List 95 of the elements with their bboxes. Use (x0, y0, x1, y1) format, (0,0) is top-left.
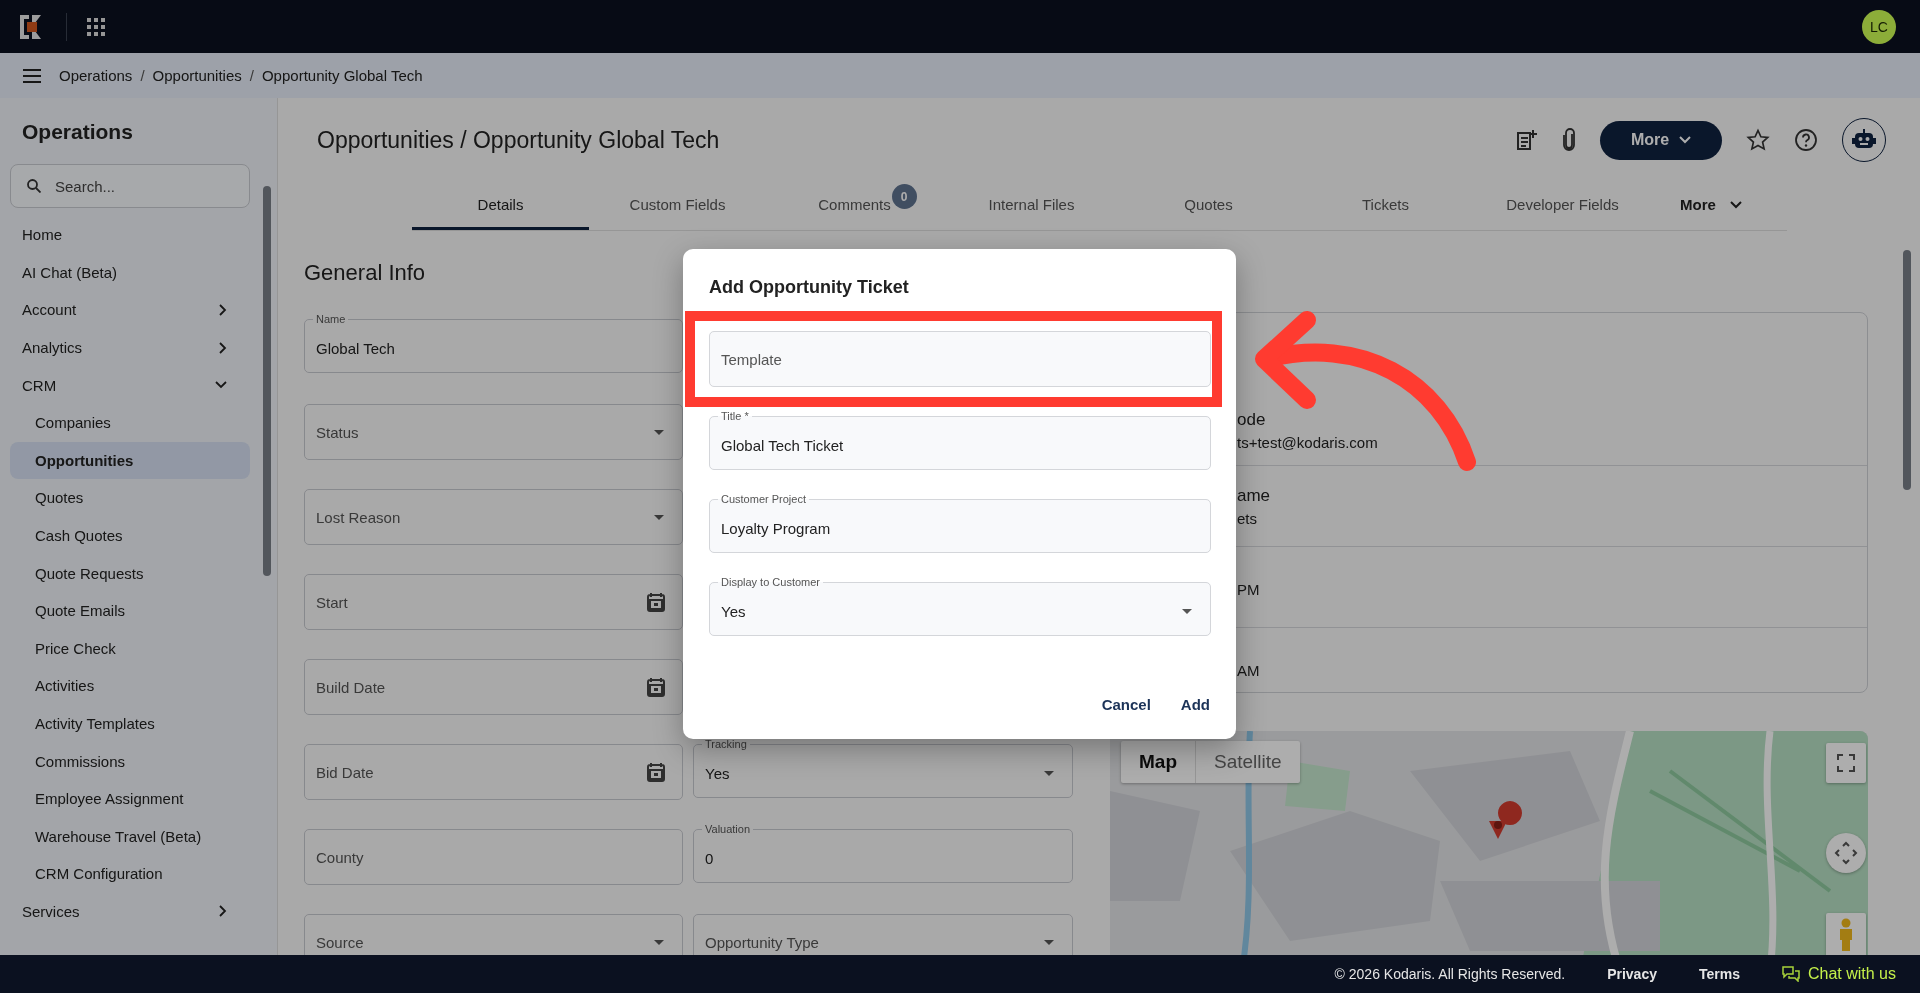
detail-value: AM (1237, 661, 1261, 679)
chevron-right-icon (219, 905, 227, 918)
dialog-button[interactable]: Cancel (1097, 688, 1155, 721)
sidebar-item[interactable]: CRM (10, 366, 250, 404)
apps-grid-icon[interactable] (87, 17, 105, 36)
dropdown-arrow-icon (653, 513, 665, 521)
chat-icon (1781, 966, 1800, 982)
sidebar-title: Operations (21, 119, 134, 144)
chevron-right-icon (219, 304, 227, 316)
fullscreen-icon (1837, 754, 1855, 772)
note-add-icon[interactable] (1516, 129, 1538, 151)
star-icon[interactable] (1746, 128, 1770, 152)
form-field[interactable]: Valuation 0 (693, 823, 1073, 883)
sidebar-item[interactable]: AI Chat (Beta) (10, 253, 250, 292)
sidebar-item[interactable]: Commissions (10, 742, 250, 780)
form-field[interactable]: Status (304, 404, 683, 460)
dropdown-arrow-icon (1043, 769, 1055, 777)
tab[interactable]: Developer Fields (1474, 182, 1651, 230)
breadcrumb-separator: / (249, 67, 254, 84)
dialog-field[interactable]: Title * Global Tech Ticket (709, 410, 1211, 470)
calendar-icon (647, 762, 665, 782)
page-title: Opportunities / Opportunity Global Tech (317, 126, 720, 154)
dropdown-arrow-icon (653, 428, 665, 436)
form-field[interactable]: Build Date (304, 659, 683, 715)
copyright-text: © 2026 Kodaris. All Rights Reserved. (1334, 966, 1566, 982)
sidebar-item[interactable]: Opportunities (10, 441, 250, 480)
sidebar-item[interactable]: Quote Emails (10, 591, 250, 630)
sidebar-item[interactable]: Activity Templates (10, 704, 250, 743)
form-field[interactable]: County (304, 829, 683, 885)
dialog-title: Add Opportunity Ticket (709, 277, 910, 299)
robot-icon (1852, 129, 1876, 151)
sidebar-item[interactable]: Price Check (10, 629, 250, 668)
footer-link[interactable]: Privacy (1607, 966, 1657, 982)
form-field[interactable]: Lost Reason (304, 489, 683, 545)
sidebar-item[interactable]: Companies (10, 403, 250, 442)
search-field[interactable]: Search... (10, 164, 250, 208)
sidebar-item[interactable]: Cash Quotes (10, 516, 250, 555)
menu-icon[interactable] (23, 68, 41, 83)
dropdown-arrow-icon (1181, 607, 1193, 615)
map-type-button[interactable]: Map (1121, 741, 1196, 783)
calendar-icon (647, 592, 665, 612)
tab[interactable]: More (1651, 182, 1771, 230)
detail-value: ets (1237, 509, 1258, 527)
sidebar-item[interactable]: Services (10, 892, 250, 931)
tab[interactable]: Details (412, 182, 589, 230)
dialog-field[interactable]: Customer Project Loyalty Program (709, 493, 1211, 553)
breadcrumb-link[interactable]: Opportunities (152, 67, 242, 84)
count-badge: 0 (891, 184, 917, 209)
person-icon (1837, 918, 1855, 952)
breadcrumb-separator: / (140, 67, 145, 84)
chevron-right-icon (219, 341, 227, 354)
dropdown-arrow-icon (1043, 938, 1055, 946)
search-icon (27, 179, 41, 193)
sidebar-item[interactable]: CRM Configuration (10, 855, 250, 893)
chevron-down-icon (215, 381, 227, 390)
footer-link[interactable]: Terms (1698, 966, 1740, 982)
sidebar-item[interactable]: Analytics (10, 328, 250, 367)
sidebar-item[interactable]: Employee Assignment (10, 779, 250, 818)
chevron-down-icon (1729, 200, 1742, 209)
dialog-button[interactable]: Add (1176, 688, 1214, 721)
paperclip-icon[interactable] (1562, 128, 1576, 152)
breadcrumb-link[interactable]: Opportunity Global Tech (261, 67, 423, 84)
dialog-field[interactable]: Display to Customer Yes (709, 576, 1211, 636)
sidebar-item[interactable]: Home (10, 216, 250, 254)
tab[interactable]: Internal Files (943, 182, 1120, 230)
chevron-down-icon (1679, 136, 1692, 144)
more-button[interactable]: More (1600, 120, 1722, 160)
breadcrumb-link[interactable]: Operations (59, 67, 133, 84)
dialog-field[interactable]: Template (709, 331, 1211, 387)
sidebar-item[interactable]: Quote Requests (10, 554, 250, 592)
detail-label: ame (1237, 485, 1272, 506)
form-field[interactable]: Tracking Yes (693, 738, 1073, 798)
tab[interactable]: Custom Fields (589, 182, 766, 230)
fullscreen-button[interactable] (1826, 743, 1866, 783)
tab[interactable]: Comments 0 (766, 182, 943, 230)
form-field[interactable]: Bid Date (304, 744, 683, 800)
form-field[interactable]: Name Global Tech (304, 313, 683, 373)
sidebar-item[interactable]: Account (10, 291, 250, 329)
sidebar-item[interactable]: Activities (10, 667, 250, 705)
form-field[interactable]: Start (304, 574, 683, 630)
move-arrows-icon (1834, 841, 1858, 865)
sidebar-item[interactable]: Quotes (10, 479, 250, 517)
detail-value: ts+test@kodaris.com (1237, 434, 1379, 451)
chat-link[interactable]: Chat with us (1781, 965, 1896, 983)
tab[interactable]: Tickets (1297, 182, 1474, 230)
dropdown-arrow-icon (653, 938, 665, 946)
detail-value: PM (1237, 580, 1261, 598)
sidebar-item[interactable]: Warehouse Travel (Beta) (10, 817, 250, 856)
street-view-button[interactable] (1826, 913, 1866, 957)
calendar-icon (647, 677, 665, 697)
help-icon[interactable] (1794, 128, 1818, 152)
user-avatar[interactable]: LC (1862, 9, 1896, 44)
detail-label: ode (1237, 410, 1267, 430)
map-type-button[interactable]: Satellite (1196, 741, 1300, 783)
tab[interactable]: Quotes (1120, 182, 1297, 230)
